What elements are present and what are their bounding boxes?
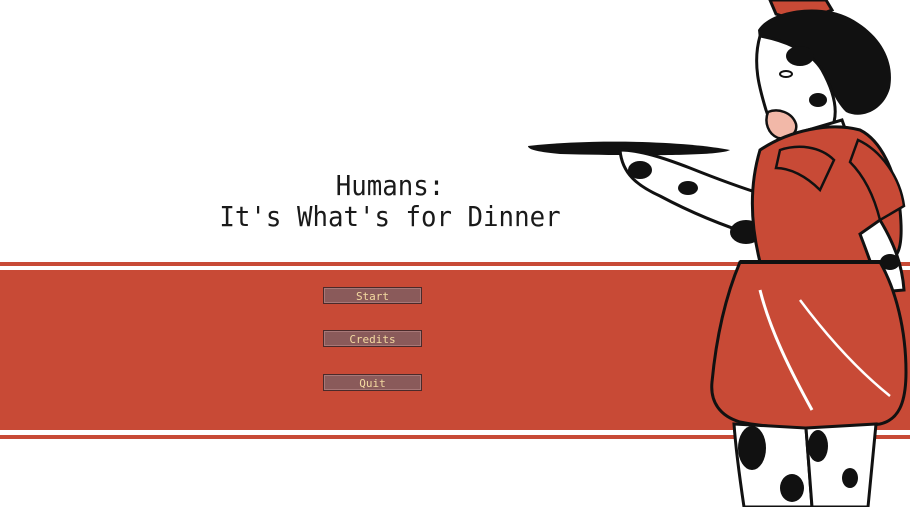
game-title: Humans: It's What's for Dinner — [197, 170, 583, 232]
title-screen: Humans: It's What's for Dinner Start Cre… — [0, 0, 910, 507]
title-line-2: It's What's for Dinner — [219, 200, 561, 233]
credits-button[interactable]: Credits — [323, 330, 422, 347]
start-button[interactable]: Start — [323, 287, 422, 304]
quit-button[interactable]: Quit — [323, 374, 422, 391]
cow-waitress-illustration — [528, 0, 908, 507]
title-line-1: Humans: — [335, 169, 445, 202]
